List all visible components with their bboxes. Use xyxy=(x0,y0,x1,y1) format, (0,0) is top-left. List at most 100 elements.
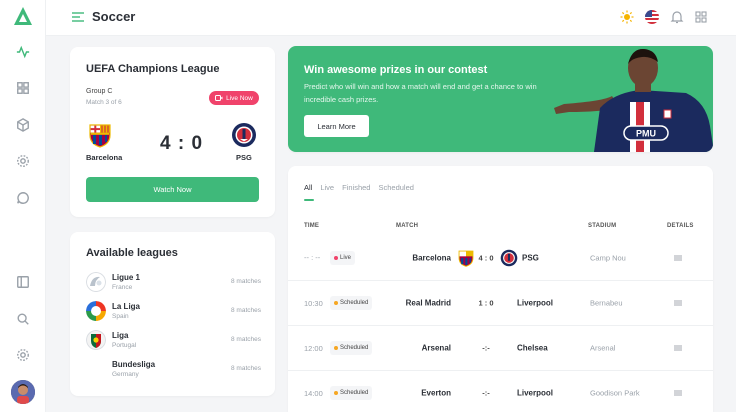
league-item[interactable]: Bundesliga Germany 8 matches xyxy=(86,359,261,381)
league-country: Spain xyxy=(112,313,129,320)
psg-crest-icon xyxy=(232,123,256,147)
details-icon[interactable] xyxy=(674,300,682,306)
panel-icon[interactable] xyxy=(15,274,31,290)
watch-now-button[interactable]: Watch Now xyxy=(86,177,259,202)
learn-more-button[interactable]: Learn More xyxy=(304,115,369,137)
column-header-match: MATCH xyxy=(396,223,419,229)
status-label: Scheduled xyxy=(340,345,369,351)
status-badge: Live xyxy=(330,250,356,265)
avatar[interactable] xyxy=(11,380,35,404)
league-item[interactable]: La Liga Spain 8 matches xyxy=(86,301,261,323)
home-team: Arsenal xyxy=(421,343,451,353)
status-label: Scheduled xyxy=(340,300,369,306)
match-time: 14:00 xyxy=(304,388,323,398)
search-icon[interactable] xyxy=(15,311,31,327)
ligue1-logo-icon xyxy=(86,272,106,292)
live-now-button[interactable]: Live Now xyxy=(209,91,259,105)
away-team: PSG xyxy=(522,253,539,262)
live-now-label: Live Now xyxy=(226,94,253,102)
home-team-name: Barcelona xyxy=(86,153,123,162)
league-name: Ligue 1 xyxy=(112,273,141,282)
apps-icon[interactable] xyxy=(694,10,708,24)
flag-us-icon[interactable] xyxy=(645,10,659,24)
tab-finished[interactable]: Finished xyxy=(342,183,370,192)
active-tab-indicator xyxy=(304,199,314,201)
sidebar xyxy=(0,0,46,412)
match-time: 12:00 xyxy=(304,343,323,353)
tab-scheduled[interactable]: Scheduled xyxy=(378,183,413,192)
chat-icon[interactable] xyxy=(15,190,31,206)
competition-title: UEFA Champions League xyxy=(86,63,220,75)
match-filter-tabs: All Live Finished Scheduled xyxy=(304,183,414,192)
away-team: Chelsea xyxy=(517,343,548,353)
status-label: Scheduled xyxy=(340,390,369,396)
details-icon[interactable] xyxy=(674,345,682,351)
scheduled-dot-icon xyxy=(334,391,338,395)
league-match-count: 8 matches xyxy=(231,307,261,314)
table-row[interactable]: 10:30 Scheduled Real Madrid 1 : 0 Liverp… xyxy=(288,280,713,325)
promo-text: Predict who will win and how a match wil… xyxy=(304,82,537,104)
logo-icon[interactable] xyxy=(13,6,33,26)
league-country: France xyxy=(112,284,133,291)
column-header-time: TIME xyxy=(304,223,320,229)
league-match-count: 8 matches xyxy=(231,278,261,285)
home-team: Everton xyxy=(421,388,451,398)
bell-icon[interactable] xyxy=(670,10,684,24)
league-name: Bundesliga xyxy=(112,360,156,369)
menu-icon[interactable] xyxy=(72,11,84,23)
video-icon xyxy=(215,95,223,101)
match-number: Match 3 of 6 xyxy=(86,99,122,106)
tab-all[interactable]: All xyxy=(304,183,312,192)
player-image: PMU xyxy=(554,48,713,152)
top-header: Soccer xyxy=(46,0,736,36)
details-icon[interactable] xyxy=(674,255,682,261)
table-row[interactable]: -- : -- Live Barcelona 4 : 0 PSG Camp No… xyxy=(288,235,713,280)
scheduled-dot-icon xyxy=(334,301,338,305)
league-name: La Liga xyxy=(112,302,141,311)
stadium-name: Goodison Park xyxy=(590,388,640,398)
table-row[interactable]: 12:00 Scheduled Arsenal -:- Chelsea Arse… xyxy=(288,325,713,370)
match-time: 10:30 xyxy=(304,298,323,308)
leagues-title: Available leagues xyxy=(86,247,178,259)
shirt-sponsor-text: PMU xyxy=(636,129,656,139)
stadium-name: Camp Nou xyxy=(590,253,626,262)
league-match-count: 8 matches xyxy=(231,365,261,372)
match-score: 4 : 0 xyxy=(478,253,494,262)
league-country: Germany xyxy=(112,371,139,378)
activity-icon[interactable] xyxy=(15,44,31,60)
cube-icon[interactable] xyxy=(15,117,31,133)
match-score: -:- xyxy=(482,388,490,398)
laliga-logo-icon xyxy=(86,301,106,321)
sun-icon[interactable] xyxy=(620,10,634,24)
league-item[interactable]: Liga Portugal 8 matches xyxy=(86,330,261,352)
featured-match-card: UEFA Champions League Group C Match 3 of… xyxy=(70,47,275,217)
match-score: 1 : 0 xyxy=(478,298,494,308)
match-time: -- : -- xyxy=(304,253,321,262)
league-match-count: 8 matches xyxy=(231,336,261,343)
league-name: Liga xyxy=(112,331,129,340)
live-dot-icon xyxy=(334,255,338,260)
match-score: -:- xyxy=(482,343,490,353)
column-header-details: DETAILS xyxy=(667,223,694,229)
leagues-card: Available leagues Ligue 1 France 8 match… xyxy=(70,232,275,396)
match-score: 4 : 0 xyxy=(160,133,204,154)
status-label: Live xyxy=(340,254,352,261)
table-row[interactable]: 14:00 Scheduled Everton -:- Liverpool Go… xyxy=(288,370,713,412)
tab-live[interactable]: Live xyxy=(320,183,334,192)
league-item[interactable]: Ligue 1 France 8 matches xyxy=(86,272,261,294)
page-title: Soccer xyxy=(92,9,136,24)
grid-icon[interactable] xyxy=(15,80,31,96)
scheduled-dot-icon xyxy=(334,346,338,350)
status-badge: Scheduled xyxy=(330,386,373,400)
matches-table-card: All Live Finished Scheduled TIME MATCH S… xyxy=(288,166,713,412)
group-label: Group C xyxy=(86,88,113,95)
promo-title: Win awesome prizes in our contest xyxy=(304,64,488,76)
barcelona-crest-icon xyxy=(89,124,111,148)
barcelona-crest-icon xyxy=(458,250,474,267)
column-header-stadium: STADIUM xyxy=(588,223,617,229)
gear-icon[interactable] xyxy=(15,347,31,363)
league-country: Portugal xyxy=(112,342,137,349)
away-team-name: PSG xyxy=(236,153,252,162)
details-icon[interactable] xyxy=(674,390,682,396)
settings-icon[interactable] xyxy=(15,153,31,169)
